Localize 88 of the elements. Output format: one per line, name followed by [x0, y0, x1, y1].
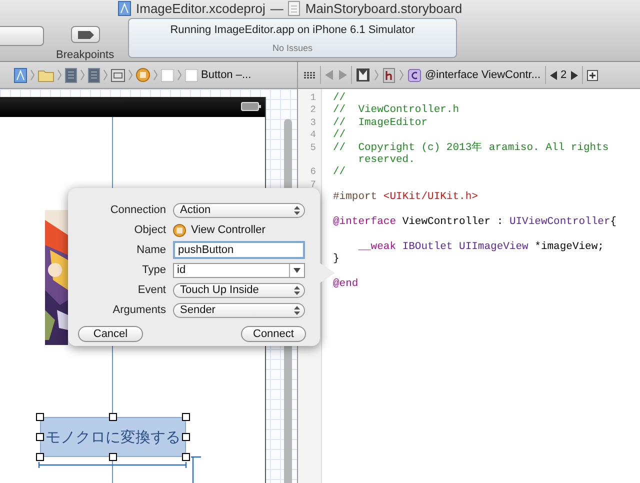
combo-box[interactable]: id [173, 262, 305, 278]
project-file-icon [118, 1, 131, 16]
header-file-icon[interactable] [383, 68, 395, 82]
battery-icon [241, 102, 261, 111]
issues-label: No Issues [272, 43, 313, 53]
next-icon[interactable] [570, 70, 578, 80]
object-name: View Controller [191, 224, 266, 236]
code-token: // [333, 166, 346, 178]
toolbar-button[interactable] [0, 26, 44, 46]
code-token: __weak [358, 240, 396, 253]
storyboard-file-icon[interactable] [65, 68, 77, 82]
chevron-icon [128, 69, 133, 81]
chevron-icon [103, 69, 108, 81]
field-label: Event [136, 284, 167, 296]
code-token: *imageView; [534, 240, 604, 253]
field-label: Arguments [112, 304, 167, 316]
line-number: 6 [309, 166, 317, 179]
dialog-button[interactable]: Cancel [78, 326, 143, 342]
class-icon[interactable] [408, 68, 421, 82]
shirt-icon[interactable] [356, 68, 370, 82]
resize-handle[interactable] [36, 433, 44, 441]
project-file-icon[interactable] [14, 68, 27, 82]
breakpoints-button[interactable] [71, 26, 100, 43]
popup-button[interactable]: Action [173, 202, 305, 218]
code-token: UIViewController [509, 216, 610, 228]
line-number: 7 [309, 178, 317, 192]
dialog-button[interactable]: Connect [241, 326, 306, 342]
jump-bar-item[interactable]: @interface ViewContr... [425, 69, 541, 81]
counterpart-count: 2 [560, 69, 567, 81]
stepper-arrows-icon [294, 206, 300, 214]
measure-line [191, 456, 201, 483]
document-icon [288, 1, 300, 16]
resize-handle[interactable] [109, 413, 117, 421]
code-token: #import [333, 191, 378, 204]
file-name: MainStoryboard.storyboard [305, 1, 462, 16]
field-label: Type [141, 264, 167, 276]
line-number: 4 [309, 129, 317, 142]
storyboard-file-icon[interactable] [88, 68, 100, 82]
chevron-icon [30, 69, 35, 81]
input-field[interactable]: pushButton [173, 241, 305, 259]
code-token: ViewController : [401, 216, 504, 228]
code-token: { [610, 216, 617, 228]
code-token: // [333, 92, 346, 104]
code-token: // Copyright (c) 2013年 aramiso. All rights reserved. [333, 142, 610, 166]
stepper-arrows-icon [294, 286, 300, 294]
view-controller-icon[interactable] [136, 68, 150, 82]
chevron-icon [153, 69, 158, 81]
code-token: } [333, 253, 340, 266]
run-status: Running ImageEditor.app on iPhone 6.1 Simulator [170, 24, 415, 36]
resize-handle[interactable] [36, 413, 44, 421]
code-token: // ViewController.h [333, 104, 460, 116]
field-label: Object [133, 224, 167, 236]
line-number: 2 [309, 104, 317, 117]
resize-handle[interactable] [182, 453, 190, 461]
breakpoint-icon [78, 30, 94, 38]
chevron-icon [374, 69, 379, 81]
resize-handle[interactable] [109, 453, 117, 461]
ui-button[interactable]: モノクロに変換する [40, 417, 186, 457]
object-icon [173, 224, 186, 236]
resize-handle[interactable] [182, 433, 190, 441]
popup-button[interactable]: Touch Up Inside [173, 282, 305, 298]
code-token: @end [333, 278, 358, 290]
breakpoints-label: Breakpoints [56, 49, 114, 61]
line-number: 1 [309, 92, 317, 104]
add-icon[interactable] [586, 70, 598, 80]
stepper-arrows-icon [294, 306, 300, 314]
popup-button[interactable]: Sender [173, 302, 305, 318]
previous-icon[interactable] [550, 70, 557, 80]
related-items-icon[interactable] [304, 70, 316, 80]
code-token: // [333, 129, 346, 142]
chevron-icon [80, 69, 85, 81]
chevron-icon [399, 69, 404, 81]
field-label: Name [136, 244, 167, 256]
title-separator: — [270, 1, 284, 16]
scene-icon[interactable] [111, 68, 125, 82]
line-number: 3 [309, 116, 317, 130]
code-token: IBOutlet UIImageView [401, 240, 528, 253]
jump-bar-item[interactable]: Button –... [201, 69, 252, 81]
code-token: @interface [333, 216, 396, 228]
resize-handle[interactable] [182, 413, 190, 421]
field-label: Connection [109, 204, 167, 216]
project-name: ImageEditor.xcodeproj [136, 1, 266, 16]
chevron-icon [177, 69, 182, 81]
code-token: <UIKit/UIKit.h> [383, 191, 478, 204]
chevron-icon [57, 69, 62, 81]
line-number: 5 [309, 142, 317, 155]
resize-handle[interactable] [36, 453, 44, 461]
code-token: // ImageEditor [333, 116, 428, 129]
